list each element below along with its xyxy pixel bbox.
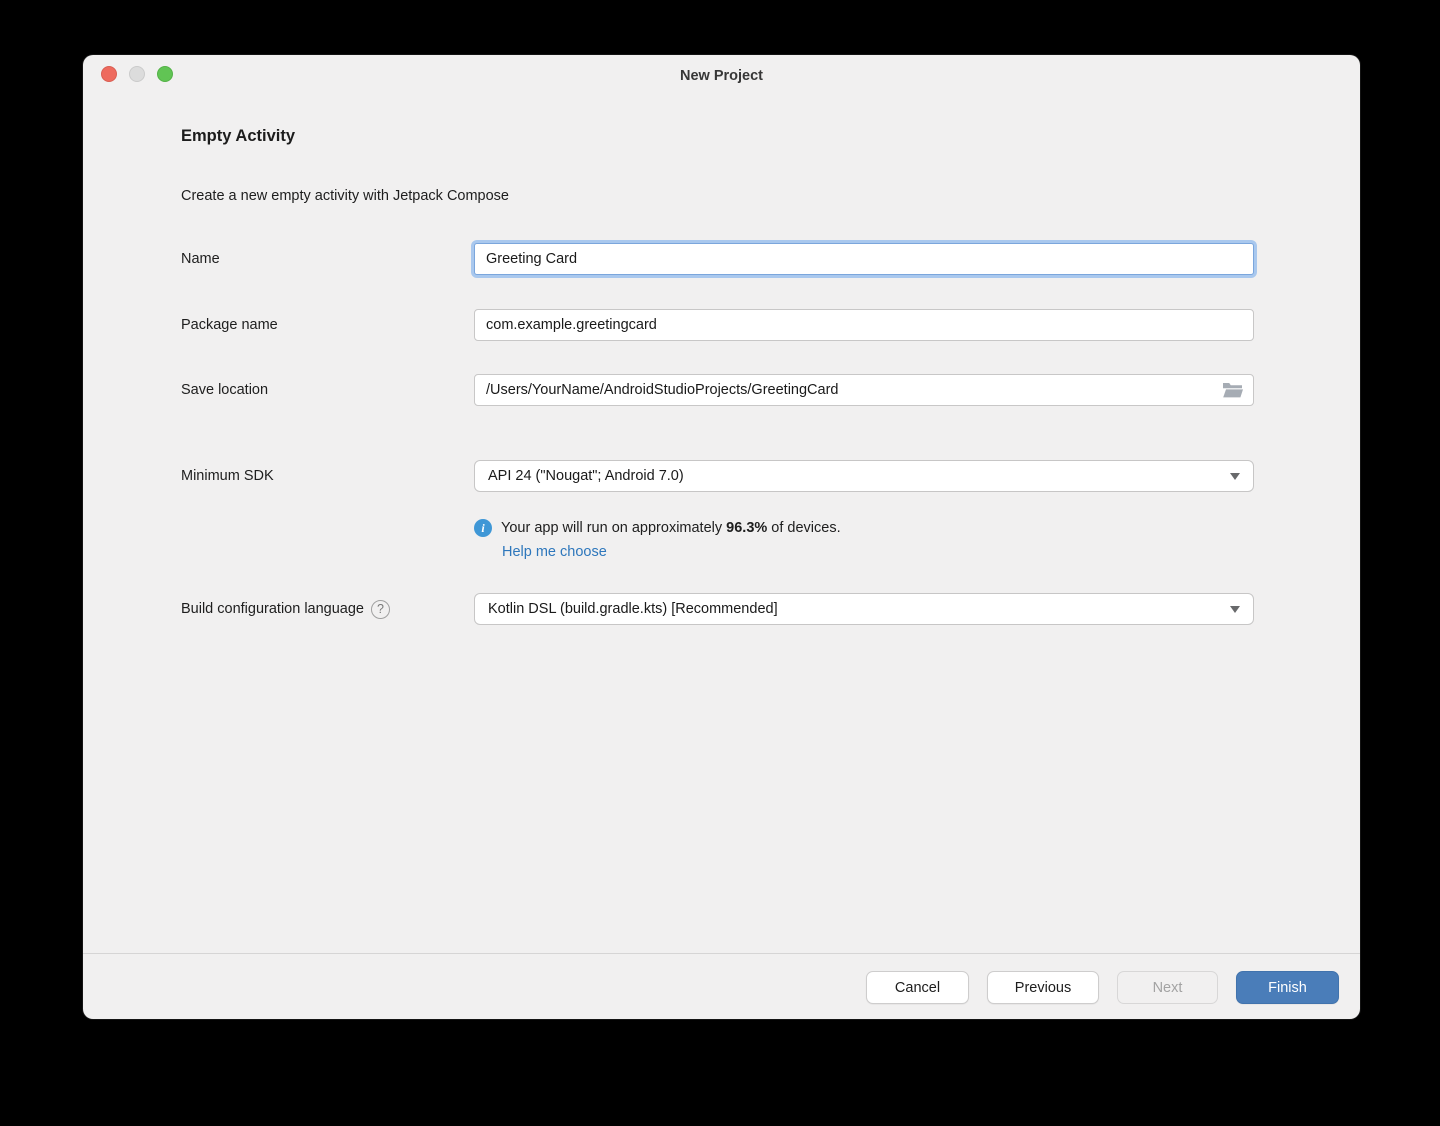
page-subtitle: Create a new empty activity with Jetpack… (181, 188, 509, 204)
package-name-field-wrap (474, 309, 1254, 341)
sdk-coverage-row: i Your app will run on approximately 96.… (474, 517, 841, 539)
desktop-background: New Project Empty Activity Create a new … (0, 0, 1440, 1126)
minimum-sdk-value: API 24 ("Nougat"; Android 7.0) (488, 468, 684, 484)
sdk-coverage-text-after: of devices. (767, 520, 840, 536)
minimum-sdk-field-wrap: API 24 ("Nougat"; Android 7.0) (474, 460, 1254, 492)
finish-button[interactable]: Finish (1236, 971, 1339, 1004)
save-location-input[interactable] (474, 374, 1254, 406)
traffic-lights (101, 66, 173, 82)
sdk-coverage-text: Your app will run on approximately 96.3%… (501, 520, 841, 536)
titlebar[interactable]: New Project (83, 55, 1360, 95)
name-input[interactable] (474, 243, 1254, 275)
next-button: Next (1117, 971, 1218, 1004)
minimum-sdk-label: Minimum SDK (181, 460, 274, 492)
minimize-window-button[interactable] (129, 66, 145, 82)
save-location-field-wrap (474, 374, 1254, 406)
build-config-field-wrap: Kotlin DSL (build.gradle.kts) [Recommend… (474, 593, 1254, 625)
build-config-label: Build configuration language (181, 601, 364, 617)
zoom-window-button[interactable] (157, 66, 173, 82)
minimum-sdk-dropdown[interactable]: API 24 ("Nougat"; Android 7.0) (474, 460, 1254, 492)
build-config-label-row: Build configuration language ? (181, 593, 390, 625)
help-icon[interactable]: ? (371, 600, 390, 619)
package-name-label: Package name (181, 309, 278, 341)
help-me-choose-link[interactable]: Help me choose (502, 544, 607, 560)
save-location-label: Save location (181, 374, 268, 406)
cancel-button[interactable]: Cancel (866, 971, 969, 1004)
page-title: Empty Activity (181, 127, 295, 146)
name-field-wrap (474, 243, 1254, 275)
window-title: New Project (83, 55, 1360, 97)
build-config-value: Kotlin DSL (build.gradle.kts) [Recommend… (488, 601, 778, 617)
name-label: Name (181, 243, 220, 275)
sdk-coverage-text-before: Your app will run on approximately (501, 520, 726, 536)
new-project-dialog: New Project Empty Activity Create a new … (83, 55, 1360, 1019)
package-name-input[interactable] (474, 309, 1254, 341)
chevron-down-icon (1230, 606, 1240, 613)
footer-divider (83, 953, 1360, 954)
info-icon: i (474, 519, 492, 537)
open-folder-icon[interactable] (1220, 381, 1244, 399)
sdk-coverage-percent: 96.3% (726, 520, 767, 536)
close-window-button[interactable] (101, 66, 117, 82)
footer-buttons: Cancel Previous Next Finish (866, 971, 1339, 1004)
build-config-dropdown[interactable]: Kotlin DSL (build.gradle.kts) [Recommend… (474, 593, 1254, 625)
previous-button[interactable]: Previous (987, 971, 1099, 1004)
chevron-down-icon (1230, 473, 1240, 480)
